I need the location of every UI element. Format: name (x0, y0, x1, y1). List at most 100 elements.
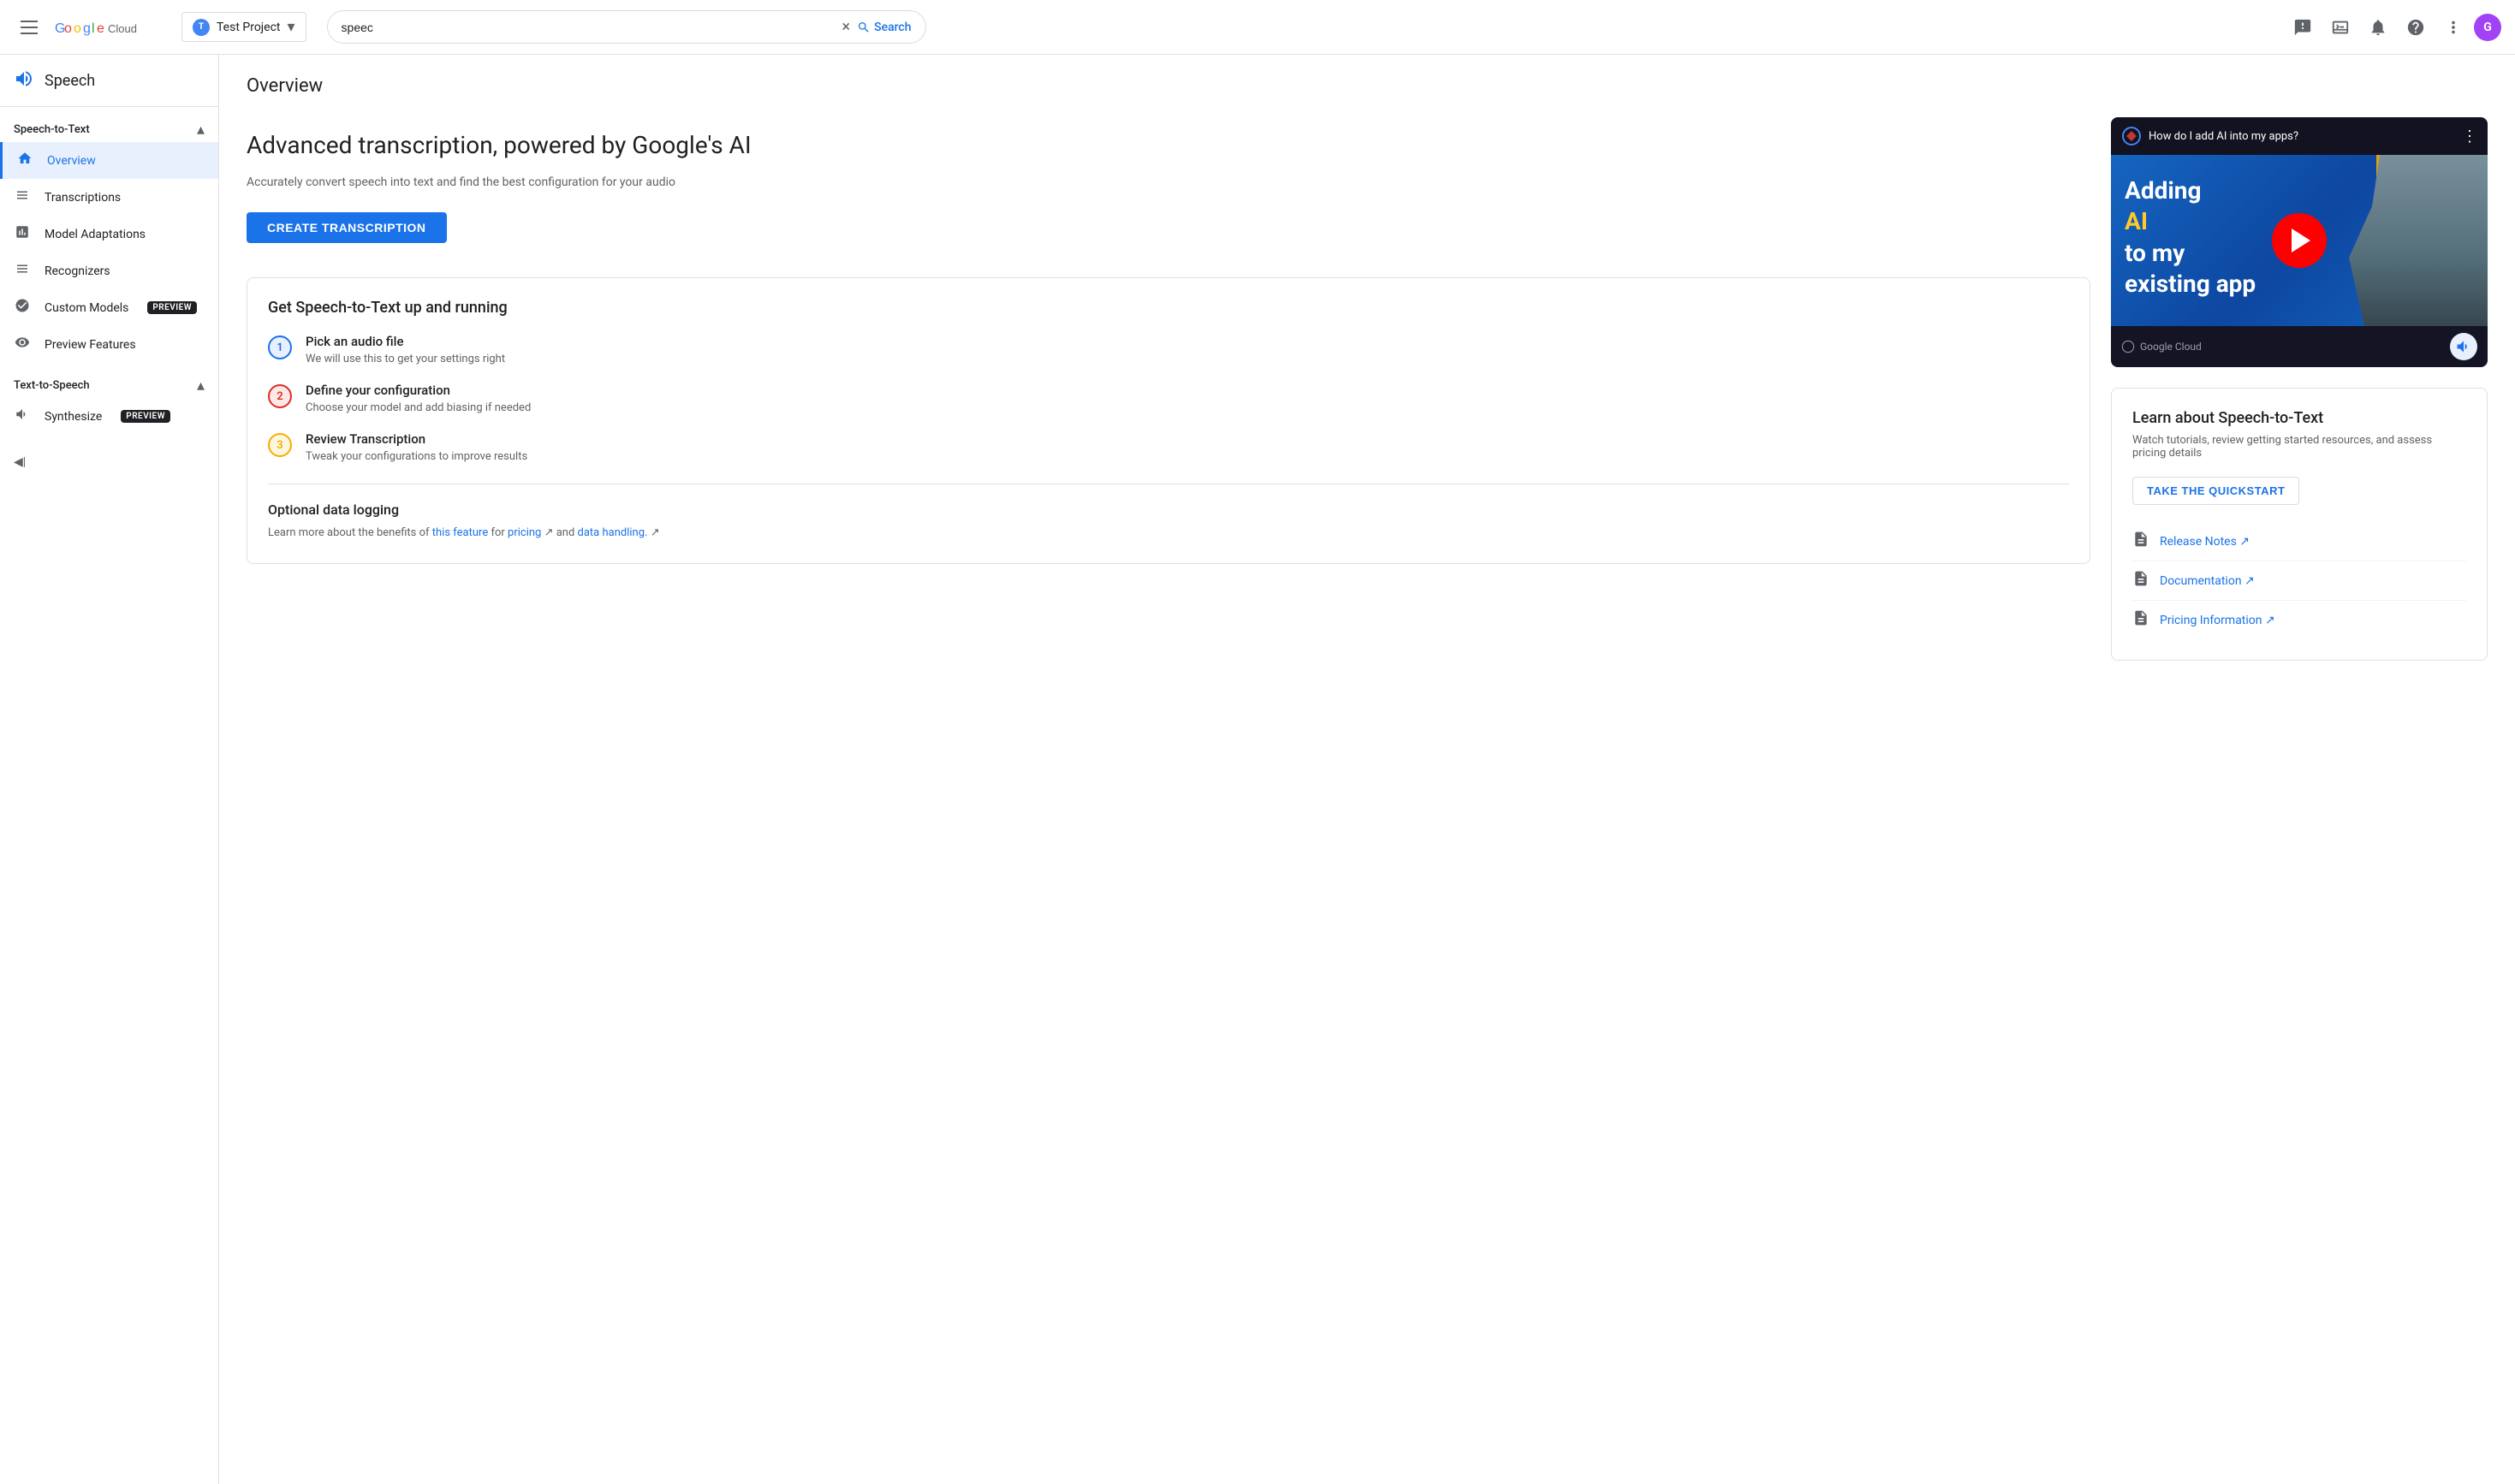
recognizers-icon (14, 261, 31, 281)
sidebar-app-title: Speech (0, 55, 218, 107)
right-panel: How do I add AI into my apps? ⋮ Adding (2111, 117, 2488, 661)
step-2-title: Define your configuration (306, 383, 531, 398)
optional-desc: Learn more about the benefits of this fe… (268, 525, 2069, 543)
content-grid: Advanced transcription, powered by Googl… (247, 117, 2488, 661)
video-play-button[interactable] (2272, 213, 2327, 268)
top-nav: G o o g l e Cloud T Test Project ▾ × Sea… (0, 0, 2515, 55)
video-footer-brand: Google Cloud (2121, 340, 2202, 353)
left-column: Advanced transcription, powered by Googl… (247, 117, 2090, 661)
home-icon (16, 151, 33, 170)
hamburger-menu-button[interactable] (14, 14, 45, 41)
video-title-line1: Adding (2125, 175, 2256, 206)
search-input[interactable] (342, 21, 842, 34)
pricing-information-link[interactable]: Pricing Information ↗ (2132, 601, 2466, 639)
getting-started-card: Get Speech-to-Text up and running 1 Pick… (247, 277, 2090, 564)
optional-desc-for: for (491, 526, 508, 539)
documentation-link[interactable]: Documentation ↗ (2132, 561, 2466, 601)
chevron-down-icon: ▾ (287, 18, 294, 36)
collapse-sidebar-icon: ◀| (14, 455, 26, 469)
clear-search-button[interactable]: × (841, 18, 850, 36)
video-thumbnail[interactable]: How do I add AI into my apps? ⋮ Adding (2111, 117, 2488, 367)
step-3-content: Review Transcription Tweak your configur… (306, 431, 527, 463)
main-content: Overview Advanced transcription, powered… (219, 55, 2515, 1484)
step-2: 2 Define your configuration Choose your … (268, 383, 2069, 414)
step-1-title: Pick an audio file (306, 334, 505, 349)
search-button[interactable]: Search (857, 21, 911, 34)
sidebar: Speech Speech-to-Text ▴ Overview Transcr… (0, 55, 219, 1484)
custom-models-icon (14, 298, 31, 318)
optional-desc-ext: ↗ (651, 526, 660, 539)
video-header: How do I add AI into my apps? ⋮ (2111, 117, 2488, 155)
preview-features-icon (14, 335, 31, 354)
sidebar-item-recognizers[interactable]: Recognizers (0, 252, 218, 289)
notifications-button[interactable] (2361, 10, 2395, 45)
optional-desc-start: Learn more about the benefits of (268, 526, 432, 539)
sidebar-item-overview[interactable]: Overview (0, 142, 218, 179)
sidebar-item-synthesize[interactable]: Synthesize PREVIEW (0, 398, 218, 435)
more-options-button[interactable] (2436, 10, 2470, 45)
terminal-button[interactable] (2323, 10, 2357, 45)
step-2-content: Define your configuration Choose your mo… (306, 383, 531, 414)
pricing-link[interactable]: pricing (508, 526, 541, 539)
this-feature-link[interactable]: this feature (432, 526, 488, 539)
pricing-icon (2132, 609, 2149, 631)
google-cloud-logo[interactable]: G o o g l e Cloud (55, 15, 158, 39)
preview-features-label: Preview Features (45, 338, 136, 352)
search-bar: × Search (327, 10, 926, 44)
release-notes-anchor[interactable]: Release Notes ↗ (2160, 535, 2250, 549)
hero-subtitle: Accurately convert speech into text and … (247, 173, 2090, 192)
synthesize-icon (14, 407, 31, 426)
sidebar-app-name: Speech (45, 72, 95, 90)
speech-to-text-section-header[interactable]: Speech-to-Text ▴ (0, 107, 218, 142)
help-button[interactable] (2399, 10, 2433, 45)
step-3-title: Review Transcription (306, 431, 527, 447)
collapse-icon-2: ▴ (197, 377, 205, 395)
optional-desc-and: ↗ and (544, 526, 578, 539)
overview-label: Overview (47, 154, 96, 168)
learn-title: Learn about Speech-to-Text (2132, 409, 2466, 427)
custom-models-label: Custom Models (45, 301, 128, 315)
feedback-button[interactable] (2286, 10, 2320, 45)
svg-text:o: o (64, 21, 72, 36)
sidebar-item-model-adaptations[interactable]: Model Adaptations (0, 216, 218, 252)
project-selector[interactable]: T Test Project ▾ (181, 12, 306, 42)
page-title: Overview (247, 75, 2488, 97)
avatar[interactable]: G (2474, 14, 2501, 41)
synthesize-label: Synthesize (45, 410, 102, 424)
svg-text:Cloud: Cloud (108, 22, 137, 35)
model-adaptations-icon (14, 224, 31, 244)
take-quickstart-button[interactable]: TAKE THE QUICKSTART (2132, 477, 2299, 505)
project-name: Test Project (217, 21, 280, 34)
hero-section: Advanced transcription, powered by Googl… (247, 117, 2090, 257)
release-notes-icon (2132, 531, 2149, 552)
video-body: Adding AI to my existing app (2111, 155, 2488, 326)
speech-to-text-label: Speech-to-Text (14, 123, 90, 136)
release-notes-link[interactable]: Release Notes ↗ (2132, 522, 2466, 561)
video-header-title: How do I add AI into my apps? (2149, 130, 2298, 143)
create-transcription-button[interactable]: CREATE TRANSCRIPTION (247, 212, 447, 243)
data-handling-link[interactable]: data handling. (578, 526, 648, 539)
nav-right: G (2286, 10, 2501, 45)
video-title-line2: to my (2125, 238, 2256, 269)
text-to-speech-label: Text-to-Speech (14, 379, 90, 392)
learn-card: Learn about Speech-to-Text Watch tutoria… (2111, 388, 2488, 661)
step-1-content: Pick an audio file We will use this to g… (306, 334, 505, 365)
video-more-icon[interactable]: ⋮ (2462, 128, 2477, 145)
step-2-desc: Choose your model and add biasing if nee… (306, 401, 531, 414)
sidebar-item-preview-features[interactable]: Preview Features (0, 326, 218, 363)
sidebar-item-transcriptions[interactable]: Transcriptions (0, 179, 218, 216)
step-1: 1 Pick an audio file We will use this to… (268, 334, 2069, 365)
sidebar-item-custom-models[interactable]: Custom Models PREVIEW (0, 289, 218, 326)
collapse-icon: ▴ (197, 121, 205, 139)
svg-text:e: e (97, 21, 104, 36)
documentation-anchor[interactable]: Documentation ↗ (2160, 574, 2255, 588)
project-dot: T (193, 19, 210, 36)
getting-started-title: Get Speech-to-Text up and running (268, 299, 2069, 317)
step-1-number: 1 (268, 335, 292, 359)
gc-mini-logo (2121, 126, 2142, 146)
video-waveform-icon[interactable] (2450, 333, 2477, 360)
pricing-information-anchor[interactable]: Pricing Information ↗ (2160, 614, 2275, 627)
sidebar-collapse-button[interactable]: ◀| (14, 448, 205, 476)
video-title-line3: existing app (2125, 269, 2256, 300)
text-to-speech-section-header[interactable]: Text-to-Speech ▴ (0, 363, 218, 398)
